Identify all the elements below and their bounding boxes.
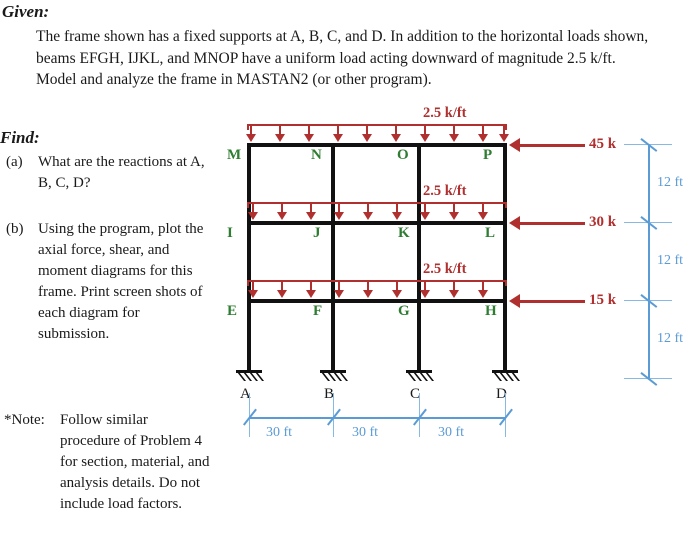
point-load-label-15k: 15 k xyxy=(589,292,617,308)
point-load-label-45k: 45 k xyxy=(589,136,617,152)
story-height-label-1: 12 ft xyxy=(657,175,684,190)
column-B-F-J-N xyxy=(331,143,335,370)
point-load-label-30k: 30 k xyxy=(589,214,617,230)
column-A-E-I-M xyxy=(247,143,251,370)
joint-label-P: P xyxy=(483,147,493,163)
bay-width-label-1: 30 ft xyxy=(266,425,293,440)
joint-label-M: M xyxy=(227,147,242,163)
joint-label-H: H xyxy=(485,303,497,319)
frame-diagram: M N O P I J K L E F G H A B C D 2.5 k/ft… xyxy=(0,0,700,546)
bay-width-label-3: 30 ft xyxy=(438,425,465,440)
joint-label-K: K xyxy=(398,225,410,241)
column-C-G-K-O xyxy=(417,143,421,370)
bay-width-label-2: 30 ft xyxy=(352,425,379,440)
joint-label-J: J xyxy=(313,225,321,241)
story-height-label-2: 12 ft xyxy=(657,253,684,268)
udl-label-top: 2.5 k/ft xyxy=(423,105,467,121)
joint-label-L: L xyxy=(485,225,496,241)
beam-IJKL xyxy=(247,221,507,225)
joint-label-F: F xyxy=(313,303,323,319)
joint-label-N: N xyxy=(311,147,322,163)
joint-label-E: E xyxy=(227,303,238,319)
udl-label-middle: 2.5 k/ft xyxy=(423,183,467,199)
joint-label-O: O xyxy=(397,147,409,163)
joint-label-G: G xyxy=(398,303,410,319)
story-height-label-3: 12 ft xyxy=(657,331,684,346)
column-D-H-L-P xyxy=(503,143,507,370)
udl-label-lower: 2.5 k/ft xyxy=(423,261,467,277)
joint-label-I: I xyxy=(227,225,233,241)
beam-MNOP xyxy=(247,143,507,147)
beam-EFGH xyxy=(247,299,507,303)
